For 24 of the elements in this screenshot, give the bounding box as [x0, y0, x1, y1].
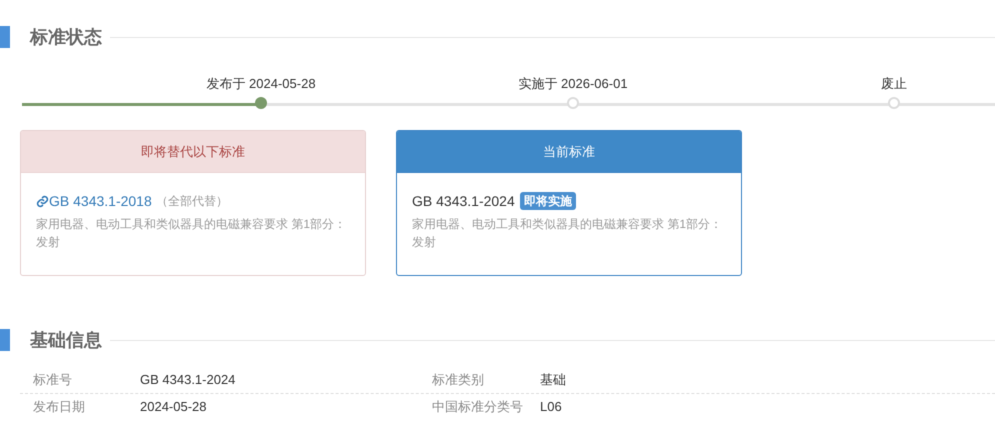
field-value: 基础: [540, 371, 566, 390]
standard-description: 家用电器、电动工具和类似器具的电磁兼容要求 第1部分：发射: [412, 216, 722, 251]
standard-description: 家用电器、电动工具和类似器具的电磁兼容要求 第1部分：发射: [36, 216, 346, 251]
link-icon: [36, 194, 49, 208]
card-header: 即将替代以下标准: [21, 131, 365, 173]
section-title: 基础信息: [30, 328, 102, 352]
timeline-label: 发布于 2024-05-28: [206, 76, 316, 92]
field-value: 2024-05-28: [140, 398, 208, 416]
section-marker: [0, 329, 10, 351]
card-header: 当前标准: [397, 131, 741, 173]
field-label: 中国标准分类号: [432, 398, 524, 416]
field-label: 发布日期: [33, 398, 86, 416]
standard-link[interactable]: GB 4343.1-2018: [49, 190, 152, 212]
field-label: 标准号: [33, 371, 73, 390]
field-value: L06: [540, 398, 562, 416]
replacement-note: （全部代替）: [156, 193, 228, 210]
status-badge: 即将实施: [520, 192, 576, 210]
timeline-label: 实施于 2026-06-01: [518, 76, 628, 92]
field-value: GB 4343.1-2024: [140, 371, 236, 390]
timeline-label: 废止: [881, 76, 907, 92]
section-title: 标准状态: [30, 26, 102, 48]
section-marker: [0, 26, 10, 48]
standard-code: GB 4343.1-2024: [412, 192, 515, 210]
field-label: 标准类别: [432, 371, 485, 390]
